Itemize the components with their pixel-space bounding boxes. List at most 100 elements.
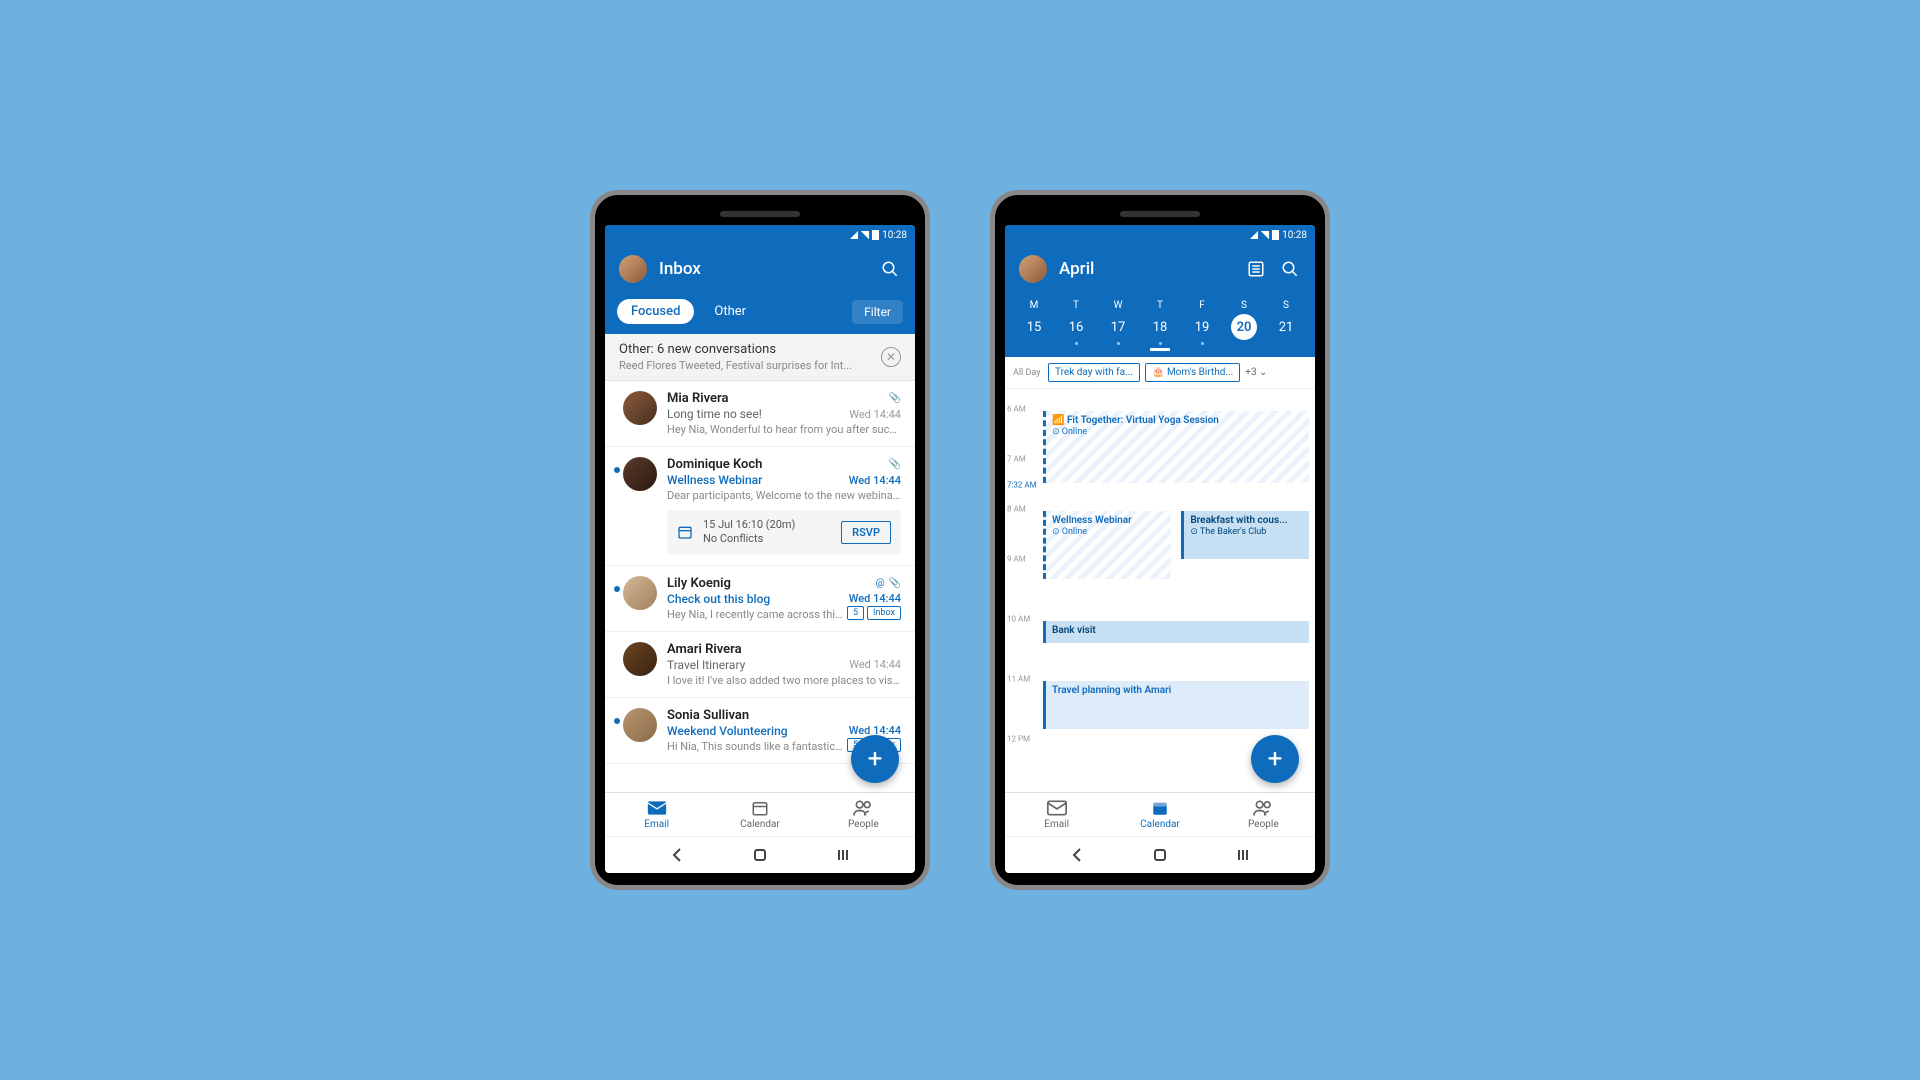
email-row[interactable]: Lily Koenig @ 📎 Check out this blog Wed … [605, 566, 915, 632]
week-strip: M T W T F S S 15 16 17 18 19 20 21 [1005, 293, 1315, 357]
calendar-event[interactable]: Bank visit [1043, 621, 1309, 643]
sender-avatar [623, 576, 657, 610]
time-label: 9 AM [1007, 555, 1026, 564]
date-cell[interactable]: 19 [1181, 314, 1223, 351]
system-nav [1005, 836, 1315, 873]
allday-chip[interactable]: 🎂 Mom's Birthd... [1145, 363, 1240, 382]
nav-label: Calendar [740, 819, 780, 830]
calendar-icon [749, 799, 771, 817]
sender-avatar [623, 457, 657, 491]
time-label: 10 AM [1007, 615, 1030, 624]
nav-calendar[interactable]: Calendar [708, 793, 811, 836]
status-time: 10:28 [882, 230, 907, 241]
back-icon[interactable] [669, 847, 685, 863]
search-icon[interactable] [879, 258, 901, 280]
people-icon [852, 799, 874, 817]
nav-calendar[interactable]: Calendar [1108, 793, 1211, 836]
unread-dot-icon [614, 718, 620, 724]
email-row[interactable]: Amari Rivera Travel Itinerary Wed 14:44 … [605, 632, 915, 698]
system-nav [605, 836, 915, 873]
date-cell[interactable]: 17 [1097, 314, 1139, 351]
calendar-event[interactable]: Wellness Webinar ⊙ Online [1043, 511, 1171, 579]
inbox-header: Inbox [605, 245, 915, 293]
time-label: 12 PM [1007, 735, 1030, 744]
allday-more[interactable]: +3 ⌄ [1245, 367, 1267, 378]
close-icon[interactable]: ✕ [881, 347, 901, 367]
filter-button[interactable]: Filter [852, 300, 903, 324]
weekday-label: T [1139, 297, 1181, 314]
new-event-fab[interactable]: + [1251, 735, 1299, 783]
recents-icon[interactable] [835, 847, 851, 863]
sender-avatar [623, 708, 657, 742]
email-preview: Dear participants, Welcome to the new we… [667, 489, 901, 502]
avatar[interactable] [1019, 255, 1047, 283]
battery-icon [872, 230, 879, 240]
status-bar: 10:28 [605, 225, 915, 245]
email-time: Wed 14:44 [849, 592, 901, 605]
nav-people[interactable]: People [1212, 793, 1315, 836]
nav-email[interactable]: Email [605, 793, 708, 836]
battery-icon [1272, 230, 1279, 240]
calendar-event[interactable]: 📶 Fit Together: Virtual Yoga Session ⊙ O… [1043, 411, 1309, 483]
wifi-icon [1250, 231, 1258, 239]
avatar[interactable] [619, 255, 647, 283]
home-icon[interactable] [752, 847, 768, 863]
wifi-icon [850, 231, 858, 239]
status-time: 10:28 [1282, 230, 1307, 241]
email-subject: Weekend Volunteering [667, 724, 788, 738]
home-icon[interactable] [1152, 847, 1168, 863]
sender-name: Sonia Sullivan [667, 708, 749, 723]
tabs-row: Focused Other Filter [605, 293, 915, 334]
sender-name: Amari Rivera [667, 642, 742, 657]
email-subject: Long time no see! [667, 407, 762, 421]
email-list[interactable]: Mia Rivera 📎 Long time no see! Wed 14:44… [605, 381, 915, 792]
status-bar: 10:28 [1005, 225, 1315, 245]
calendar-icon [1149, 799, 1171, 817]
email-preview: Hey Nia, I recently came across this... [667, 608, 843, 621]
nav-people[interactable]: People [812, 793, 915, 836]
attachment-icon: 📎 [889, 578, 901, 589]
date-cell[interactable]: 15 [1013, 314, 1055, 351]
rsvp-button[interactable]: RSVP [841, 521, 891, 544]
date-cell-selected[interactable]: 20 [1223, 314, 1265, 351]
weekday-label: F [1181, 297, 1223, 314]
rsvp-status: No Conflicts [703, 532, 831, 546]
other-banner[interactable]: Other: 6 new conversations Reed Flores T… [605, 334, 915, 381]
allday-chip[interactable]: Trek day with fa... [1048, 363, 1140, 382]
weekday-label: W [1097, 297, 1139, 314]
speaker [1120, 211, 1200, 217]
tab-focused[interactable]: Focused [617, 299, 694, 324]
people-icon [1252, 799, 1274, 817]
date-cell[interactable]: 18 [1139, 314, 1181, 351]
calendar-event[interactable]: Travel planning with Amari [1043, 681, 1309, 729]
recents-icon[interactable] [1235, 847, 1251, 863]
sender-name: Mia Rivera [667, 391, 728, 406]
calendar-header: April [1005, 245, 1315, 293]
search-icon[interactable] [1279, 258, 1301, 280]
calendar-day-view[interactable]: 6 AM 7 AM 7:32 AM 8 AM 9 AM 10 AM 11 AM … [1005, 389, 1315, 792]
compose-fab[interactable]: + [851, 735, 899, 783]
time-label-now: 7:32 AM [1007, 481, 1037, 490]
nav-email[interactable]: Email [1005, 793, 1108, 836]
nav-label: People [1248, 819, 1279, 830]
back-icon[interactable] [1069, 847, 1085, 863]
attachment-icon: 📎 [889, 459, 901, 470]
sender-avatar [623, 642, 657, 676]
email-subject: Wellness Webinar [667, 473, 762, 487]
calendar-event[interactable]: Breakfast with cous... ⊙ The Baker's Clu… [1181, 511, 1309, 559]
date-cell[interactable]: 21 [1265, 314, 1307, 351]
email-row[interactable]: Mia Rivera 📎 Long time no see! Wed 14:44… [605, 381, 915, 447]
signal-icon [1261, 231, 1269, 239]
agenda-icon[interactable] [1245, 258, 1267, 280]
weekday-label: S [1265, 297, 1307, 314]
bottom-nav: Email Calendar People [605, 792, 915, 836]
time-label: 8 AM [1007, 505, 1026, 514]
tab-other[interactable]: Other [700, 299, 760, 324]
email-row[interactable]: Dominique Koch 📎 Wellness Webinar Wed 14… [605, 447, 915, 566]
screen-inbox: 10:28 Inbox Focused Other Filter Other: … [605, 225, 915, 873]
allday-label: All Day [1013, 368, 1043, 378]
date-cell[interactable]: 16 [1055, 314, 1097, 351]
email-subject: Check out this blog [667, 592, 770, 606]
sender-avatar [623, 391, 657, 425]
sender-name: Lily Koenig [667, 576, 731, 591]
